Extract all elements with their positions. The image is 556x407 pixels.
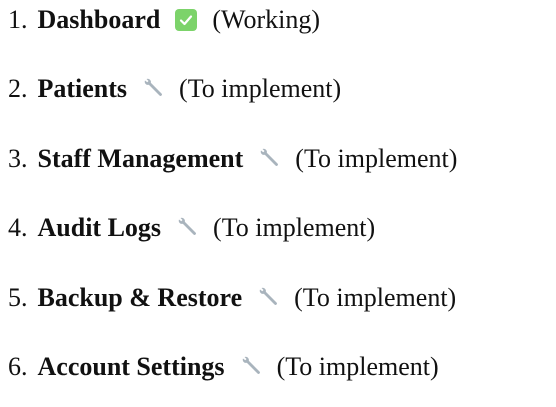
item-status: (To implement)	[295, 143, 458, 173]
item-name: Patients	[37, 74, 128, 104]
wrench-icon	[141, 77, 165, 101]
wrench-icon	[256, 286, 280, 310]
item-status: (To implement)	[213, 213, 376, 243]
item-status: (To implement)	[276, 351, 439, 381]
item-number: 5.	[8, 282, 28, 312]
list-item-patients: 2. Patients (To implement)	[8, 75, 556, 103]
feature-list: 1. Dashboard (Working) 2. Patients (To i…	[8, 0, 556, 381]
item-name: Account Settings	[37, 351, 225, 381]
list-item-backup-restore: 5. Backup & Restore (To implement)	[8, 282, 556, 312]
list-item-account-settings: 6. Account Settings (To implement)	[8, 351, 556, 381]
item-name: Backup & Restore	[37, 282, 243, 312]
item-name: Dashboard	[37, 5, 161, 34]
wrench-icon	[257, 147, 281, 171]
check-mark-icon	[174, 8, 198, 32]
item-status: (To implement)	[294, 282, 457, 312]
item-status: (To implement)	[179, 74, 342, 104]
list-item-staff-management: 3. Staff Management (To implement)	[8, 143, 556, 173]
item-name: Audit Logs	[37, 213, 162, 243]
item-number: 4.	[8, 213, 28, 243]
list-item-audit-logs: 4. Audit Logs (To implement)	[8, 214, 556, 242]
item-name: Staff Management	[37, 143, 244, 173]
item-status: (Working)	[212, 5, 320, 34]
item-number: 2.	[8, 74, 28, 104]
item-number: 3.	[8, 143, 28, 173]
item-number: 6.	[8, 351, 28, 381]
wrench-icon	[239, 355, 263, 379]
item-number: 1.	[8, 5, 28, 34]
wrench-icon	[175, 216, 199, 240]
list-item-dashboard: 1. Dashboard (Working)	[8, 6, 556, 34]
